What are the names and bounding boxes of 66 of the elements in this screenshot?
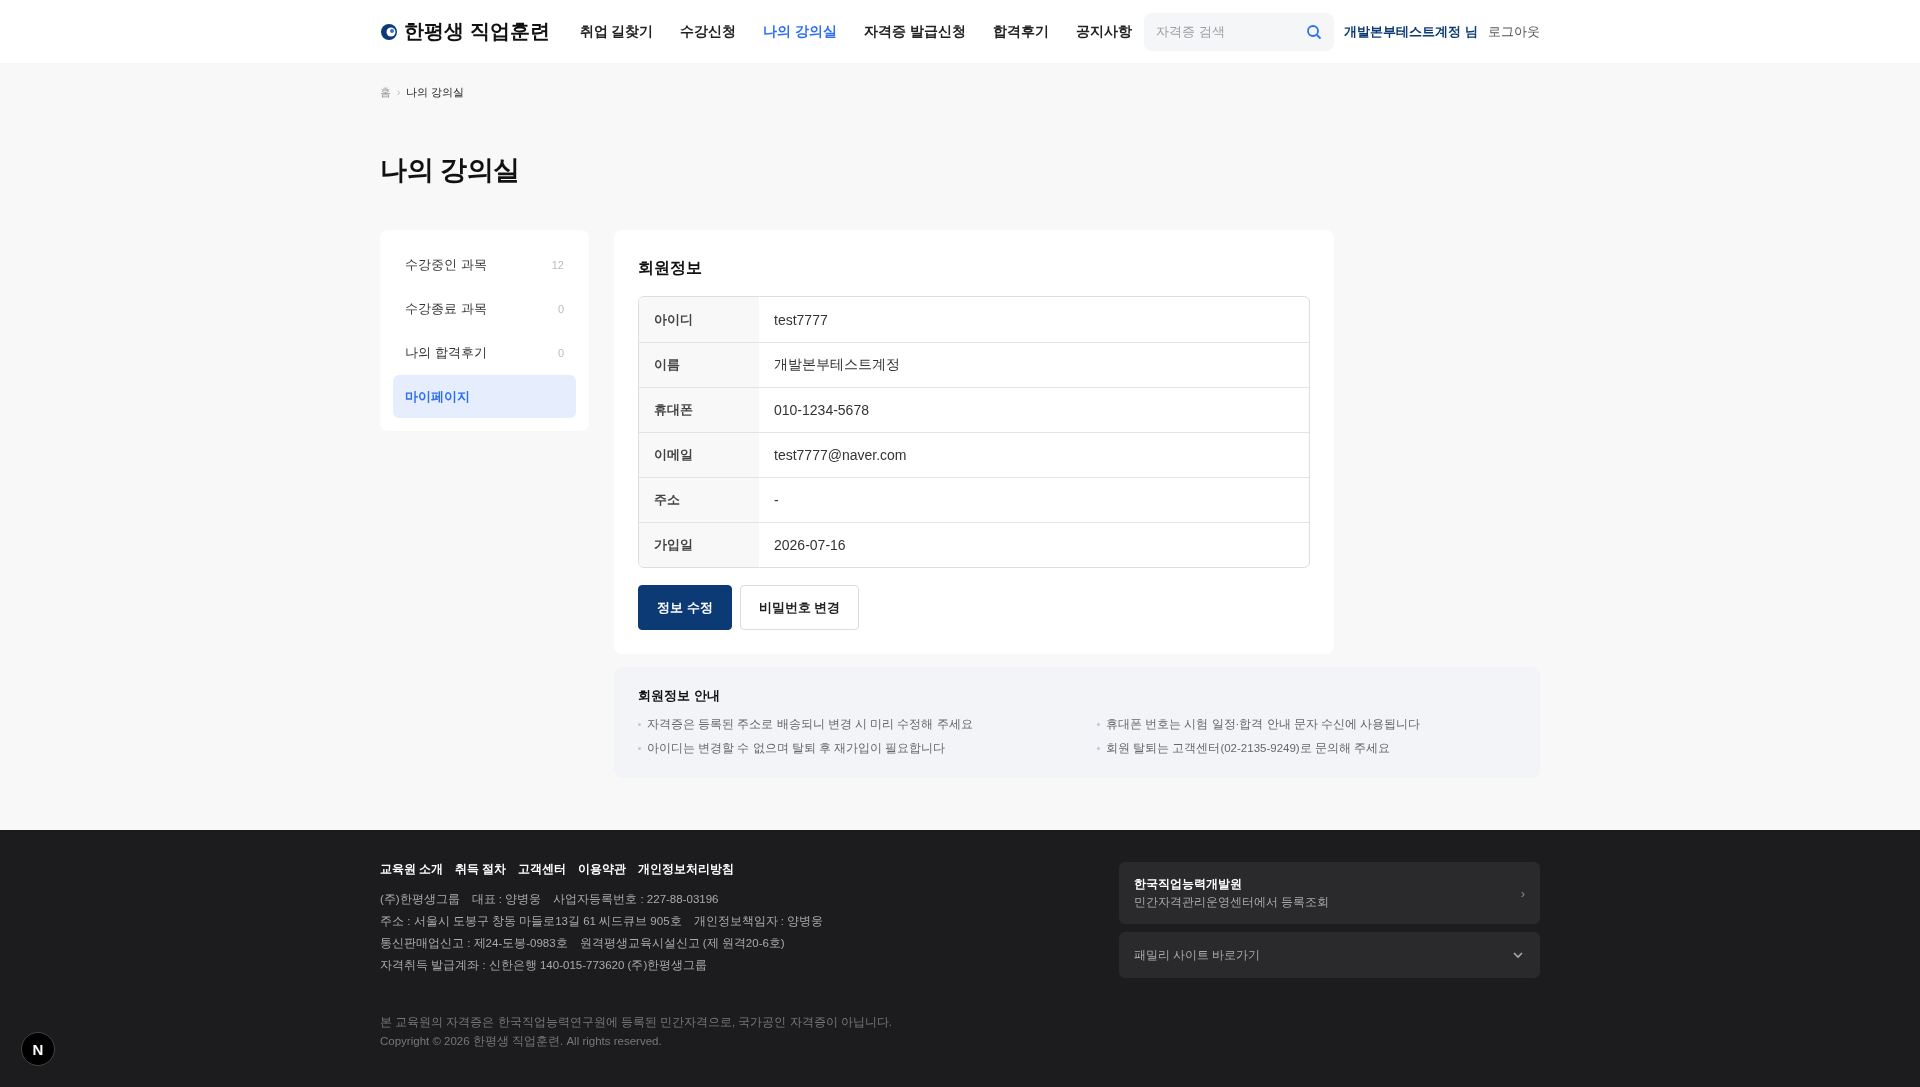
sidebar-item[interactable]: 수강종료 과목 0 (393, 287, 576, 330)
company-info: 원격평생교육시설신고 (제 원격20-6호) (579, 936, 785, 951)
edit-info-button[interactable]: 정보 수정 (638, 585, 732, 630)
family-site-select[interactable]: 패밀리 사이트 바로가기 (1119, 932, 1540, 978)
nav-link[interactable]: 수강신청 (680, 22, 737, 41)
nav-link[interactable]: 공지사항 (1075, 22, 1132, 41)
org-lookup-card[interactable]: 한국직업능력개발원 민간자격관리운영센터에서 등록조회 › (1119, 862, 1540, 924)
logo-icon (380, 22, 398, 41)
search-icon[interactable] (1306, 23, 1323, 40)
row-label: 이메일 (639, 433, 759, 477)
breadcrumb-separator: › (397, 87, 401, 98)
nav-link[interactable]: 자격증 발급신청 (864, 22, 966, 41)
bullet-icon (1097, 747, 1100, 750)
nav-link[interactable]: 취업 길찾기 (579, 22, 654, 41)
item-count: 0 (557, 346, 564, 359)
site-logo[interactable]: 한평생 직업훈련 (380, 18, 550, 45)
company-info: 통신판매업신고 : 제24-도봉-0983호 (380, 936, 568, 951)
company-info: 주소 : 서울시 도봉구 창동 마들로13길 61 씨드큐브 905호 (380, 914, 682, 929)
sidebar-item[interactable]: 나의 합격후기 0 (393, 331, 576, 374)
row-label: 이름 (639, 343, 759, 387)
footer-link[interactable]: 교육원 소개 (380, 862, 444, 877)
row-label: 가입일 (639, 523, 759, 567)
sidebar-item[interactable]: 마이페이지 (393, 375, 576, 418)
user-name: 개발본부테스트계정 님 (1344, 22, 1478, 41)
row-value: test7777@naver.com (773, 446, 908, 465)
footer-link[interactable]: 이용약관 (578, 862, 627, 877)
org-subtitle: 민간자격관리운영센터에서 등록조회 (1134, 894, 1330, 910)
notice-text: 아이디는 변경할 수 없으며 탈퇴 후 재가입이 필요합니다 (647, 741, 946, 756)
notice-text: 자격증은 등록된 주소로 배송되니 변경 시 미리 수정해 주세요 (647, 717, 973, 732)
notice-title: 회원정보 안내 (638, 687, 721, 705)
company-info: (주)한평생그룹 (380, 892, 460, 907)
item-count: 12 (551, 258, 564, 271)
logout-link[interactable]: 로그아웃 (1488, 22, 1540, 41)
company-info: 대표 : 양병웅 (471, 892, 542, 907)
notice-text: 회원 탈퇴는 고객센터(02-2135-9249)로 문의해 주세요 (1106, 741, 1391, 756)
company-info: 개인정보책임자 : 양병웅 (693, 914, 824, 929)
row-label: 주소 (639, 478, 759, 522)
row-value: test7777 (773, 310, 829, 330)
page-title: 나의 강의실 (380, 154, 521, 187)
footer-link[interactable]: 취득 절차 (455, 862, 507, 877)
copyright-text: Copyright © 2026 한평생 직업훈련. All rights reserved. (380, 1034, 663, 1049)
bullet-icon (638, 747, 641, 750)
row-value: 2026-07-16 (773, 536, 847, 555)
row-label: 휴대폰 (639, 388, 759, 432)
card-title: 회원정보 (638, 258, 703, 278)
company-info: 사업자등록번호 : 227-88-03196 (553, 892, 719, 907)
row-label: 아이디 (639, 297, 759, 342)
nav-link[interactable]: 나의 강의실 (763, 22, 838, 41)
row-value: 010-1234-5678 (773, 401, 870, 420)
bullet-icon (638, 723, 641, 726)
bullet-icon (1097, 723, 1100, 726)
row-value: 개발본부테스트계정 (773, 355, 901, 374)
row-value: - (773, 491, 780, 510)
notice-text: 휴대폰 번호는 시험 일정·합격 안내 문자 수신에 사용됩니다 (1106, 717, 1421, 732)
org-title: 한국직업능력개발원 (1134, 876, 1243, 892)
search-field[interactable]: 자격증 검색 (1144, 12, 1335, 51)
nav-link[interactable]: 합격후기 (992, 22, 1049, 41)
sidebar-item[interactable]: 수강중인 과목 12 (393, 243, 576, 286)
breadcrumb-link[interactable]: 나의 강의실 (406, 85, 465, 100)
company-info: 자격취득 발급계좌 : 신한은행 140-015-773620 (주)한평생그룹 (380, 958, 708, 973)
footer-link[interactable]: 개인정보처리방침 (638, 862, 735, 877)
arrow-icon: › (1520, 885, 1525, 901)
footer-link[interactable]: 고객센터 (518, 862, 567, 877)
disclaimer-text: 본 교육원의 자격증은 한국직업능력연구원에 등록된 민간자격으로, 국가공인 자격증이 아닙니다. (380, 1015, 892, 1030)
change-password-button[interactable]: 비밀번호 변경 (739, 585, 860, 630)
item-count: 0 (557, 302, 564, 315)
